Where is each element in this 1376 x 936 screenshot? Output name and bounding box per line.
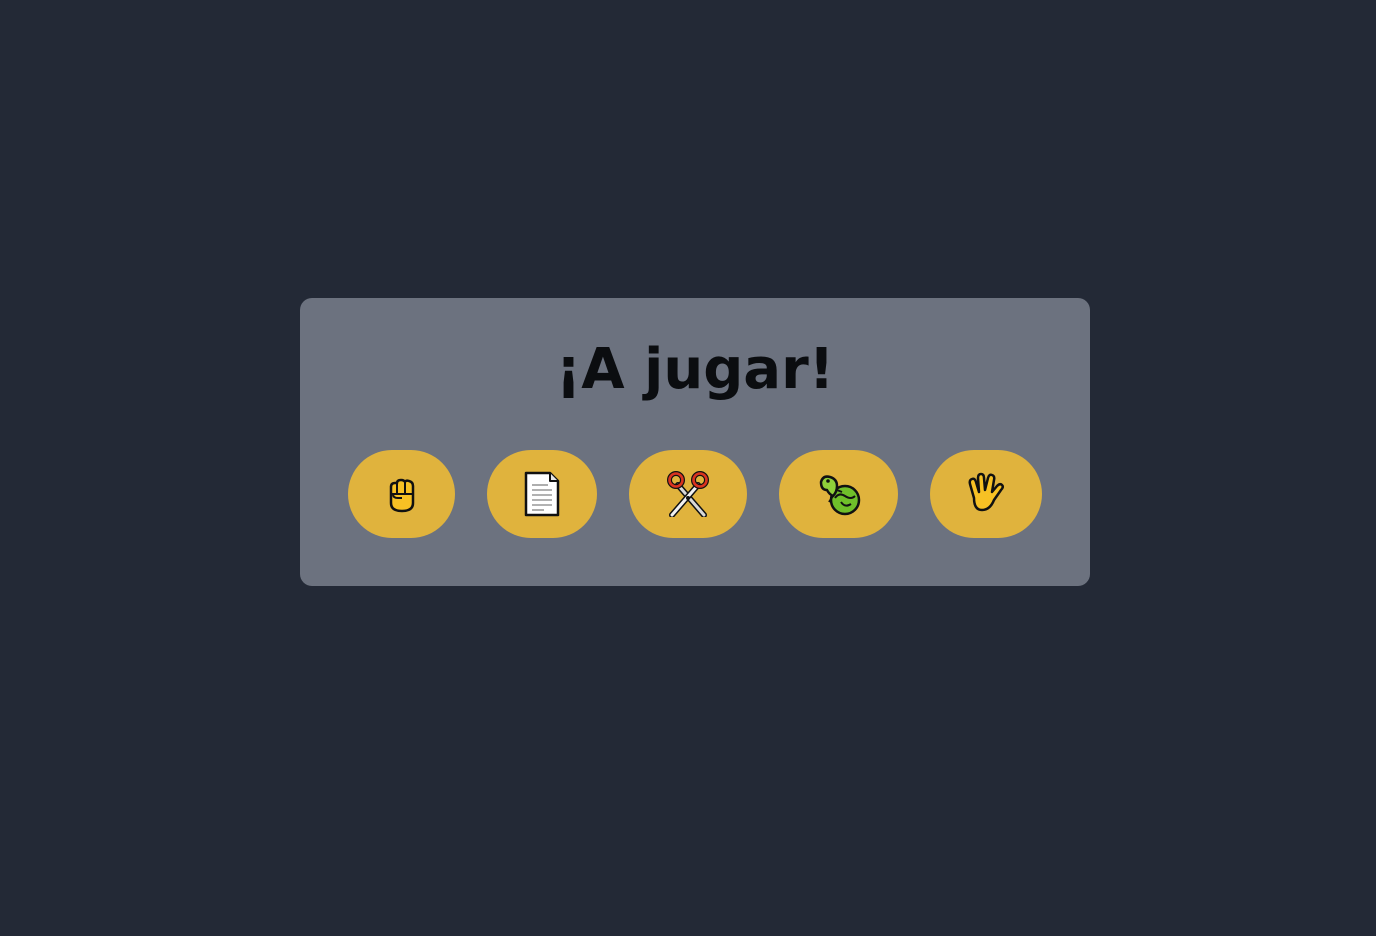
lizard-button[interactable] [779, 450, 898, 538]
lizard-icon [815, 472, 863, 516]
spock-button[interactable] [930, 450, 1042, 538]
vulcan-salute-icon [964, 472, 1008, 516]
scissors-button[interactable] [629, 450, 747, 538]
page-facing-up-icon [523, 471, 561, 517]
raised-fist-icon [384, 473, 420, 515]
game-card: ¡A jugar! [300, 298, 1090, 586]
rock-button[interactable] [348, 450, 455, 538]
scissors-icon [666, 471, 710, 517]
paper-button[interactable] [487, 450, 597, 538]
page-title: ¡A jugar! [555, 337, 835, 402]
